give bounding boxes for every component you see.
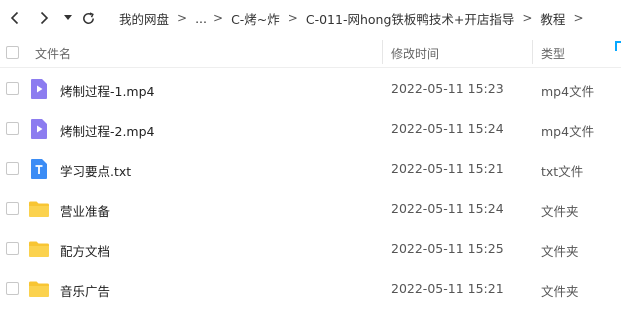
chevron-right-icon bbox=[40, 11, 49, 25]
breadcrumb-item-course[interactable]: C-011-网hong铁板鸭技术+开店指导 bbox=[306, 9, 515, 28]
row-checkbox[interactable] bbox=[6, 162, 19, 175]
file-row[interactable]: 音乐广告 2022-05-11 15:21 文件夹 bbox=[0, 269, 621, 309]
folder-icon bbox=[29, 281, 49, 297]
toolbar: 我的网盘 > ... > C-烤~炸 > C-011-网hong铁板鸭技术+开店… bbox=[0, 0, 621, 36]
file-list-header: 文件名 修改时间 类型 bbox=[0, 36, 621, 68]
file-name[interactable]: 配方文档 bbox=[60, 241, 110, 260]
breadcrumb-separator: > bbox=[287, 11, 298, 25]
column-header-type[interactable]: 类型 bbox=[541, 45, 565, 62]
file-modified-time: 2022-05-11 15:21 bbox=[391, 281, 504, 296]
breadcrumb-item-root[interactable]: 我的网盘 bbox=[119, 9, 169, 28]
file-type: 文件夹 bbox=[541, 244, 579, 259]
sort-indicator-accent bbox=[615, 41, 621, 51]
history-dropdown-button[interactable] bbox=[57, 7, 79, 29]
breadcrumb-item-current[interactable]: 教程 bbox=[540, 9, 565, 28]
breadcrumb-separator: > bbox=[177, 11, 188, 25]
text-file-icon bbox=[31, 159, 47, 179]
row-checkbox[interactable] bbox=[6, 122, 19, 135]
caret-down-icon bbox=[64, 15, 72, 20]
back-button[interactable] bbox=[4, 7, 26, 29]
file-name[interactable]: 营业准备 bbox=[60, 201, 110, 220]
file-modified-time: 2022-05-11 15:25 bbox=[391, 241, 504, 256]
select-all-checkbox[interactable] bbox=[6, 46, 19, 59]
column-header-name[interactable]: 文件名 bbox=[35, 45, 71, 62]
file-type: mp4文件 bbox=[541, 84, 595, 99]
row-checkbox[interactable] bbox=[6, 202, 19, 215]
row-checkbox[interactable] bbox=[6, 282, 19, 295]
file-name[interactable]: 音乐广告 bbox=[60, 281, 110, 300]
file-name[interactable]: 烤制过程-2.mp4 bbox=[60, 121, 155, 140]
video-file-icon bbox=[31, 79, 47, 99]
file-name[interactable]: 学习要点.txt bbox=[60, 161, 131, 180]
file-type: 文件夹 bbox=[541, 284, 579, 299]
breadcrumb-separator: > bbox=[573, 11, 584, 25]
file-row[interactable]: 烤制过程-2.mp4 2022-05-11 15:24 mp4文件 bbox=[0, 109, 621, 149]
column-divider[interactable] bbox=[532, 40, 533, 64]
file-type: txt文件 bbox=[541, 164, 584, 179]
file-row[interactable]: 学习要点.txt 2022-05-11 15:21 txt文件 bbox=[0, 149, 621, 189]
file-type: 文件夹 bbox=[541, 204, 579, 219]
breadcrumb-separator: > bbox=[213, 11, 224, 25]
refresh-icon bbox=[82, 11, 94, 24]
breadcrumb-separator: > bbox=[522, 11, 533, 25]
file-name[interactable]: 烤制过程-1.mp4 bbox=[60, 81, 155, 100]
file-modified-time: 2022-05-11 15:24 bbox=[391, 201, 504, 216]
breadcrumb-item-ellipsis[interactable]: ... bbox=[195, 11, 207, 26]
file-row[interactable]: 配方文档 2022-05-11 15:25 文件夹 bbox=[0, 229, 621, 269]
folder-icon bbox=[29, 241, 49, 257]
refresh-button[interactable] bbox=[77, 7, 99, 29]
file-row[interactable]: 营业准备 2022-05-11 15:24 文件夹 bbox=[0, 189, 621, 229]
column-divider[interactable] bbox=[382, 40, 383, 64]
row-checkbox[interactable] bbox=[6, 242, 19, 255]
file-modified-time: 2022-05-11 15:24 bbox=[391, 121, 504, 136]
column-header-modified[interactable]: 修改时间 bbox=[391, 45, 439, 62]
breadcrumb: 我的网盘 > ... > C-烤~炸 > C-011-网hong铁板鸭技术+开店… bbox=[119, 9, 592, 27]
file-modified-time: 2022-05-11 15:21 bbox=[391, 161, 504, 176]
chevron-left-icon bbox=[10, 11, 19, 25]
row-checkbox[interactable] bbox=[6, 82, 19, 95]
video-file-icon bbox=[31, 119, 47, 139]
forward-button[interactable] bbox=[33, 7, 55, 29]
folder-icon bbox=[29, 201, 49, 217]
file-row[interactable]: 烤制过程-1.mp4 2022-05-11 15:23 mp4文件 bbox=[0, 69, 621, 109]
breadcrumb-item-category[interactable]: C-烤~炸 bbox=[231, 9, 280, 28]
file-type: mp4文件 bbox=[541, 124, 595, 139]
file-modified-time: 2022-05-11 15:23 bbox=[391, 81, 504, 96]
